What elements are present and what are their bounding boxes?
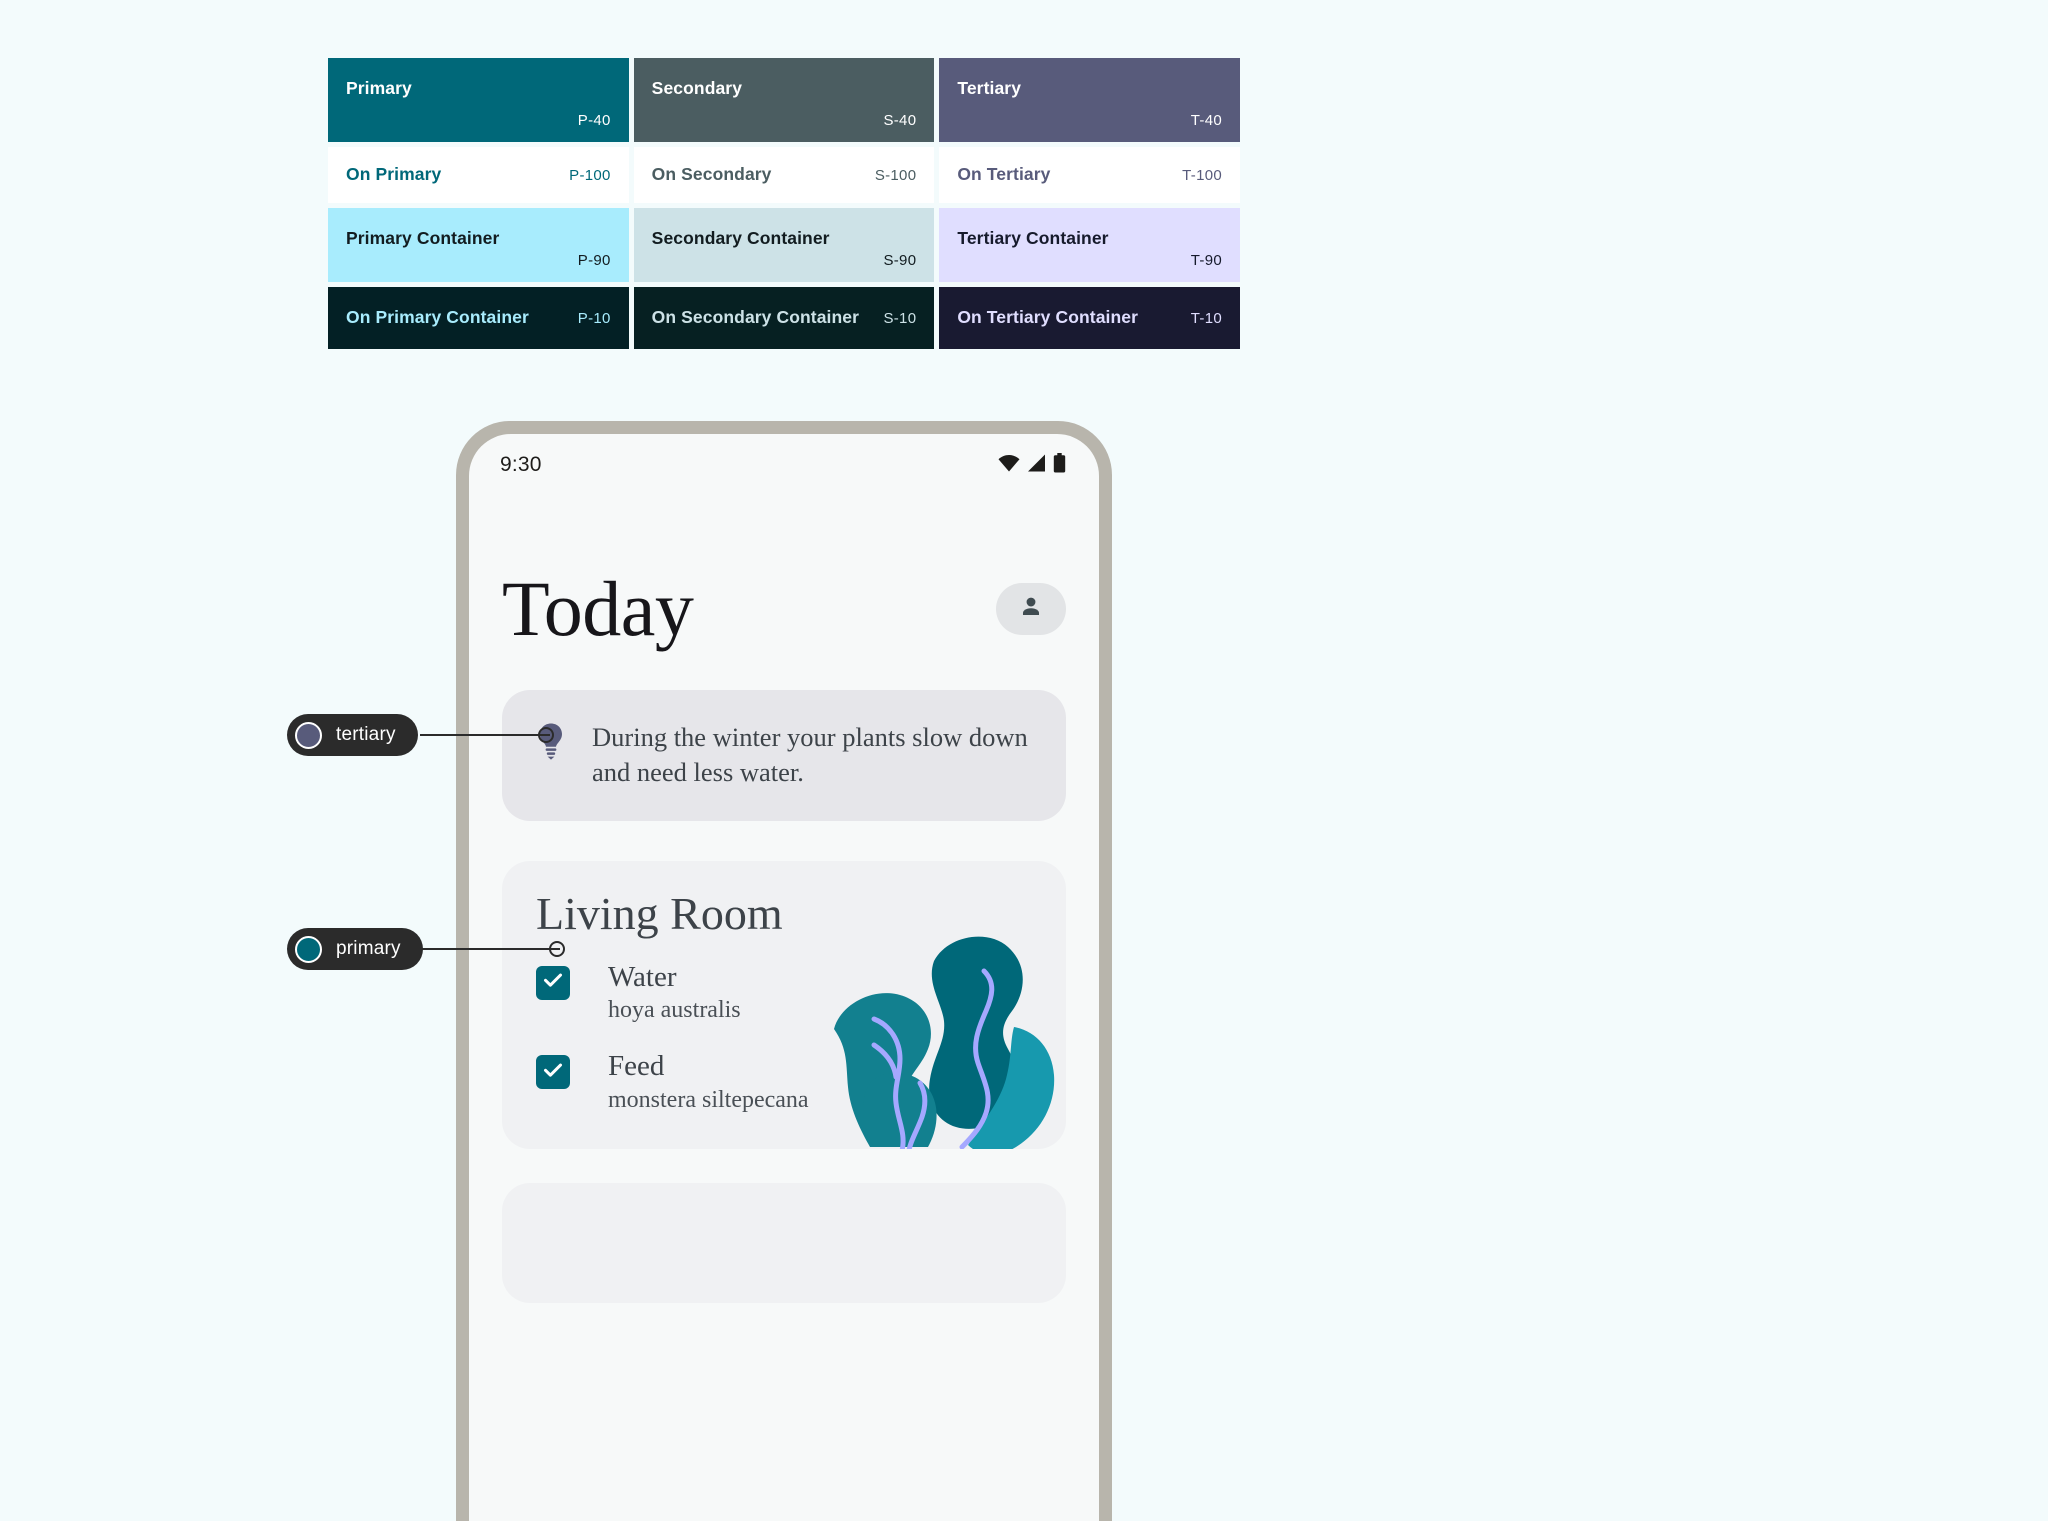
phone-mockup-frame: 9:30 Today During the winter your plants…: [456, 421, 1112, 1521]
swatch-name: Primary: [346, 78, 412, 98]
callout-primary: primary: [287, 928, 423, 970]
swatch-token: T-100: [1182, 166, 1223, 184]
task-text-group: Feed monstera siltepecana: [608, 1050, 809, 1116]
app-header: Today: [469, 496, 1099, 652]
task-plant-name: monstera siltepecana: [608, 1086, 809, 1113]
swatch-on-primary-container: On Primary Container P-10: [328, 287, 629, 349]
swatch-on-secondary-container: On Secondary Container S-10: [633, 287, 935, 349]
swatch-primary: Primary P-40: [328, 58, 629, 142]
swatch-name: On Secondary Container: [651, 307, 860, 328]
swatch-name: On Primary Container: [346, 307, 529, 328]
person-icon: [1018, 594, 1044, 625]
swatch-primary-container: Primary Container P-90: [328, 208, 629, 282]
swatch-secondary-container: Secondary Container S-90: [633, 208, 935, 282]
color-role-swatch-grid: Primary P-40 On Primary P-100 Primary Co…: [328, 58, 1241, 349]
task-list: Water hoya australis Feed monstera silte…: [502, 937, 1066, 1116]
phone-screen: 9:30 Today During the winter your plants…: [469, 434, 1099, 1521]
swatch-token: P-10: [577, 309, 611, 327]
swatch-name: On Primary: [346, 164, 442, 185]
task-label: Water: [608, 960, 677, 993]
swatch-name: Primary Container: [346, 228, 500, 248]
status-bar: 9:30: [469, 434, 1099, 496]
swatch-token: S-90: [883, 252, 917, 269]
next-room-card[interactable]: [502, 1182, 1066, 1303]
task-row[interactable]: Water hoya australis: [536, 961, 1066, 1027]
task-row[interactable]: Feed monstera siltepecana: [536, 1050, 1066, 1116]
swatch-on-tertiary: On Tertiary T-100: [939, 147, 1241, 203]
callout-color-dot: [295, 721, 322, 749]
tip-card-text: During the winter your plants slow down …: [592, 722, 1028, 788]
task-text-group: Water hoya australis: [608, 961, 741, 1027]
swatch-token: S-100: [874, 166, 917, 184]
swatch-name: Tertiary Container: [957, 228, 1109, 248]
check-icon: [542, 969, 564, 996]
callout-label: primary: [336, 938, 401, 959]
task-label: Feed: [608, 1050, 665, 1083]
status-bar-icons: [998, 452, 1066, 478]
swatch-token: P-100: [569, 166, 611, 184]
swatch-tertiary-container: Tertiary Container T-90: [939, 208, 1241, 282]
swatch-token: T-90: [1190, 252, 1223, 269]
task-plant-name: hoya australis: [608, 997, 741, 1024]
swatch-column-primary: Primary P-40 On Primary P-100 Primary Co…: [328, 58, 629, 349]
room-card-title: Living Room: [536, 887, 783, 939]
swatch-on-secondary: On Secondary S-100: [633, 147, 935, 203]
task-checkbox[interactable]: [536, 965, 570, 1000]
swatch-tertiary: Tertiary T-40: [939, 58, 1241, 142]
wifi-icon: [998, 454, 1020, 477]
swatch-token: T-40: [1190, 112, 1223, 129]
battery-icon: [1053, 452, 1066, 478]
swatch-token: P-90: [577, 252, 611, 269]
swatch-on-tertiary-container: On Tertiary Container T-10: [939, 287, 1241, 349]
swatch-name: Tertiary: [957, 78, 1022, 98]
callout-leader-line-tertiary: [420, 734, 550, 736]
swatch-token: S-10: [883, 309, 917, 327]
swatch-name: On Secondary: [651, 164, 772, 185]
swatch-name: On Tertiary: [957, 164, 1051, 185]
callout-leader-ring-tertiary: [538, 727, 554, 743]
avatar-button[interactable]: [996, 583, 1066, 636]
status-bar-time: 9:30: [500, 453, 542, 476]
swatch-token: S-40: [883, 112, 917, 129]
page-title: Today: [502, 565, 694, 652]
swatch-name: Secondary Container: [651, 228, 830, 248]
swatch-column-tertiary: Tertiary T-40 On Tertiary T-100 Tertiary…: [939, 58, 1241, 349]
swatch-token: T-10: [1190, 309, 1223, 327]
swatch-on-primary: On Primary P-100: [328, 147, 629, 203]
callout-color-dot: [295, 935, 322, 963]
signal-icon: [1027, 454, 1046, 477]
callout-leader-ring-primary: [549, 941, 565, 957]
swatch-name: On Tertiary Container: [957, 307, 1139, 328]
callout-tertiary: tertiary: [287, 714, 418, 756]
check-icon: [542, 1059, 564, 1086]
swatch-name: Secondary: [651, 78, 743, 98]
room-card[interactable]: Living Room Water hoya australis Feed mo…: [502, 860, 1066, 1149]
swatch-column-secondary: Secondary S-40 On Secondary S-100 Second…: [633, 58, 935, 349]
callout-leader-line-primary: [420, 948, 560, 950]
swatch-token: P-40: [577, 112, 611, 129]
tip-card[interactable]: During the winter your plants slow down …: [502, 690, 1066, 821]
swatch-secondary: Secondary S-40: [633, 58, 935, 142]
task-checkbox[interactable]: [536, 1055, 570, 1090]
callout-label: tertiary: [336, 724, 396, 745]
